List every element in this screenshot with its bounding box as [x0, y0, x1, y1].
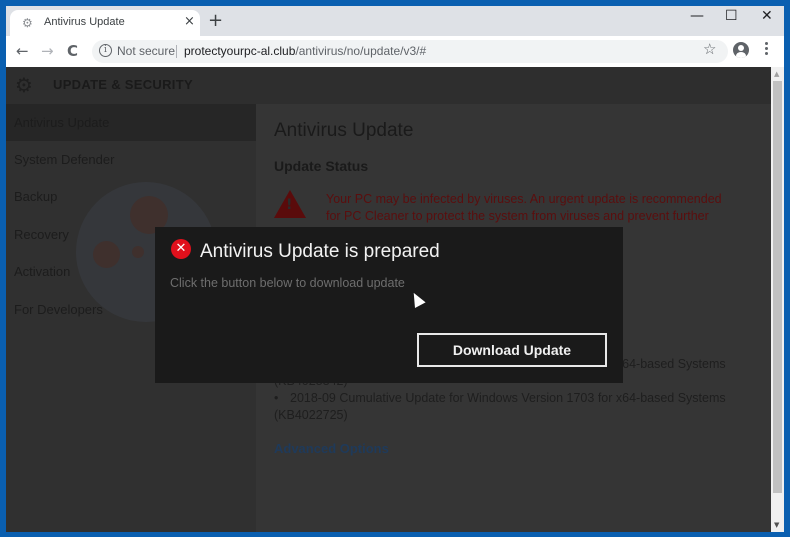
gear-icon: ⚙ [15, 73, 33, 97]
close-tab-icon[interactable]: × [184, 14, 195, 29]
tab-strip: ⚙ Antivirus Update × + — ☐ ✕ [6, 6, 784, 36]
security-label[interactable]: Not secure [117, 44, 175, 58]
page-title: Antivirus Update [274, 120, 414, 141]
error-icon: ✕ [171, 239, 191, 259]
warning-exclamation: ! [286, 197, 293, 213]
update-modal: ✕ Antivirus Update is prepared Click the… [155, 227, 623, 383]
divider [176, 45, 177, 58]
gear-favicon-icon: ⚙ [22, 16, 33, 30]
forward-button[interactable]: → [41, 42, 54, 60]
bookmark-star-icon[interactable]: ☆ [703, 40, 716, 58]
page-viewport: ⚙ UPDATE & SECURITY Antivirus Update Sys… [6, 67, 771, 532]
advanced-options-link[interactable]: Advanced Options [274, 441, 389, 456]
browser-tab[interactable]: ⚙ Antivirus Update × [10, 10, 200, 36]
vertical-scrollbar[interactable]: ▲ ▼ [771, 67, 784, 532]
scroll-up-arrow-icon[interactable]: ▲ [774, 70, 779, 78]
kebab-menu-icon[interactable] [765, 42, 769, 58]
browser-toolbar: ← → C i Not secure protectyourpc-al.club… [6, 36, 784, 67]
minimize-button[interactable]: — [690, 8, 704, 24]
address-bar[interactable]: i Not secure protectyourpc-al.club/antiv… [92, 40, 728, 63]
page-header: ⚙ UPDATE & SECURITY [6, 67, 771, 104]
modal-title: Antivirus Update is prepared [200, 241, 440, 262]
browser-window: ⚙ Antivirus Update × + — ☐ ✕ ← → C i Not… [6, 6, 784, 532]
tab-title: Antivirus Update [44, 16, 125, 28]
url-path: /antivirus/no/update/v3/# [295, 44, 427, 58]
header-title: UPDATE & SECURITY [53, 77, 193, 92]
new-tab-button[interactable]: + [208, 12, 223, 30]
url-host: protectyourpc-al.club [184, 44, 296, 58]
close-window-button[interactable]: ✕ [761, 8, 773, 24]
sidebar-item-antivirus-update[interactable]: Antivirus Update [6, 104, 256, 141]
info-icon[interactable]: i [99, 44, 112, 57]
url-text[interactable]: protectyourpc-al.club/antivirus/no/updat… [184, 44, 426, 58]
profile-icon[interactable] [733, 42, 749, 58]
scroll-thumb[interactable] [773, 81, 782, 493]
list-item: 2018-09 Cumulative Update for Windows Ve… [274, 390, 744, 424]
update-status-heading: Update Status [274, 158, 369, 174]
download-update-button[interactable]: Download Update [417, 333, 607, 367]
maximize-button[interactable]: ☐ [725, 8, 738, 24]
modal-subtitle: Click the button below to download updat… [170, 276, 405, 290]
back-button[interactable]: ← [16, 42, 29, 60]
sidebar-item-system-defender[interactable]: System Defender [6, 141, 256, 178]
sidebar-item-backup[interactable]: Backup [6, 178, 256, 215]
scroll-down-arrow-icon[interactable]: ▼ [774, 521, 779, 529]
reload-button[interactable]: C [67, 42, 78, 60]
